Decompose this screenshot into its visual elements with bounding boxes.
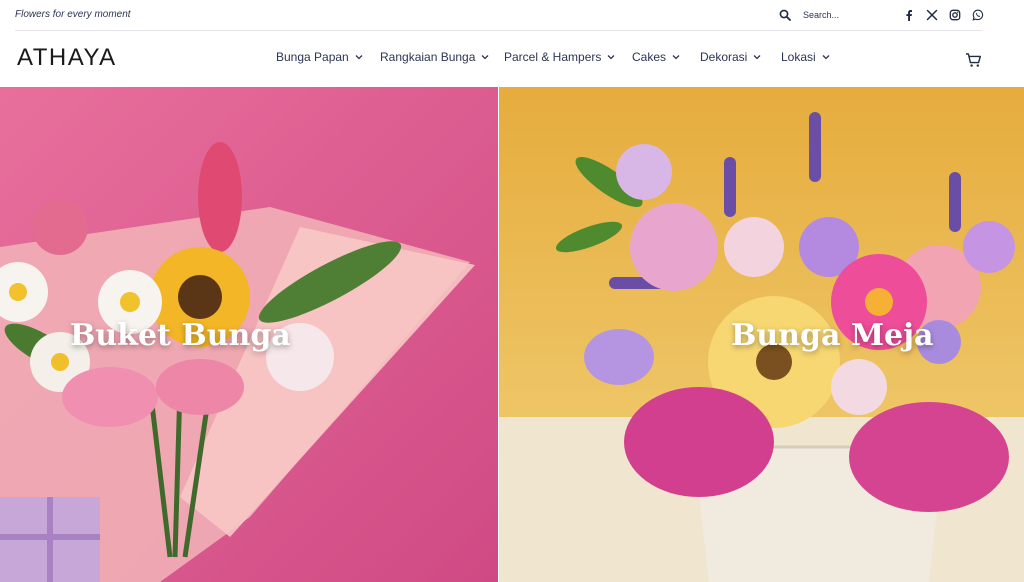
search-icon[interactable] (779, 9, 791, 21)
nav-item-lokasi[interactable]: Lokasi (781, 50, 830, 64)
instagram-icon[interactable] (949, 9, 961, 21)
nav-item-bunga-papan[interactable]: Bunga Papan (276, 50, 363, 64)
hero-bunga-meja[interactable]: Bunga Meja (499, 87, 1024, 582)
site-logo[interactable]: ATHAYA (17, 44, 117, 72)
nav-item-label: Lokasi (781, 50, 816, 64)
search-input[interactable] (803, 10, 883, 20)
topbar-divider (15, 30, 982, 31)
hero-buket-bunga[interactable]: Buket Bunga (0, 87, 498, 582)
tagline: Flowers for every moment (15, 9, 131, 20)
chevron-down-icon (822, 55, 830, 60)
nav-item-label: Cakes (632, 50, 667, 64)
nav-item-label: Parcel & Hampers (504, 50, 602, 64)
facebook-icon[interactable] (903, 9, 915, 21)
hero-title: Bunga Meja (731, 318, 934, 353)
whatsapp-icon[interactable] (972, 9, 984, 21)
top-bar: Flowers for every moment (0, 0, 1024, 31)
search-bar[interactable] (779, 7, 883, 23)
chevron-down-icon (355, 55, 363, 60)
x-icon[interactable] (926, 9, 938, 21)
nav-item-cakes[interactable]: Cakes (632, 50, 680, 64)
nav-item-rangkaian-bunga[interactable]: Rangkaian Bunga (380, 50, 489, 64)
nav-item-label: Rangkaian Bunga (380, 50, 476, 64)
hero-title: Buket Bunga (70, 318, 291, 353)
chevron-down-icon (753, 55, 761, 60)
cart-icon[interactable] (965, 52, 982, 68)
nav-item-dekorasi[interactable]: Dekorasi (700, 50, 761, 64)
nav-item-parcel-hampers[interactable]: Parcel & Hampers (504, 50, 615, 64)
chevron-down-icon (607, 55, 615, 60)
nav-item-label: Dekorasi (700, 50, 748, 64)
chevron-down-icon (672, 55, 680, 60)
nav-item-label: Bunga Papan (276, 50, 349, 64)
chevron-down-icon (481, 55, 489, 60)
